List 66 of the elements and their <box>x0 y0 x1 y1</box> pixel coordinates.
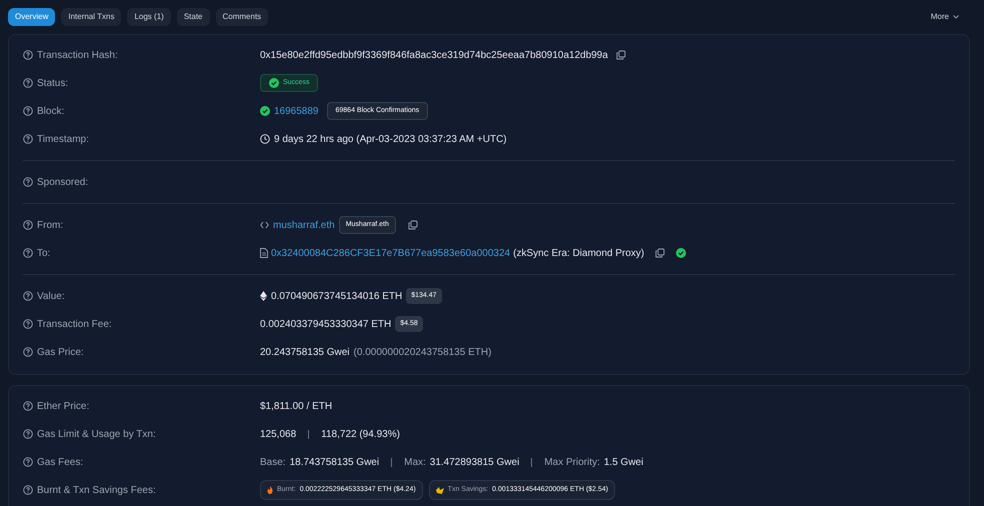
gas-value: 118,722 (94.93%) <box>321 428 400 442</box>
amount: 0.070490673745134016 ETH <box>271 290 402 304</box>
check-icon <box>269 78 279 88</box>
gas-price-eth: (0.000000020243758135 ETH) <box>354 346 492 360</box>
ether-price: $1,811.00 / ETH <box>260 400 332 414</box>
field-label: Timestamp: <box>37 132 89 146</box>
help-icon <box>23 177 33 187</box>
clock-icon <box>260 134 270 144</box>
help-icon <box>23 248 33 258</box>
copy-icon[interactable] <box>408 220 418 230</box>
fee-label: Base: <box>260 456 286 470</box>
copy-icon[interactable] <box>655 248 666 258</box>
help-icon <box>23 291 33 301</box>
help-icon <box>23 429 33 439</box>
tab[interactable]: Logs (1) <box>127 8 171 26</box>
chevron-down-icon <box>953 14 959 18</box>
tab[interactable]: Internal Txns <box>61 8 122 26</box>
field-label: Gas Price: <box>37 346 84 360</box>
help-icon <box>23 485 33 495</box>
tab[interactable]: State <box>176 8 210 26</box>
block-link[interactable]: 16965889 <box>274 104 318 118</box>
field-label: To: <box>37 246 50 260</box>
help-icon <box>23 78 33 88</box>
help-icon <box>23 347 33 357</box>
transaction-hash: 0x15e80e2ffd95edbbf9f3369f846fa8ac3ce319d74bc25eeaa7b80910a12db99a <box>260 48 608 62</box>
copy-icon[interactable] <box>616 50 626 60</box>
field-label: Status: <box>37 76 68 90</box>
help-icon <box>23 319 33 329</box>
help-icon <box>23 457 33 467</box>
help-icon <box>23 401 33 411</box>
fee-value: 18.743758135 Gwei <box>290 456 380 470</box>
gas-price: 20.243758135 Gwei <box>260 346 350 360</box>
verified-icon <box>676 248 686 258</box>
fee-value: 1.5 Gwei <box>604 456 644 470</box>
fee-label: Max: <box>404 456 426 470</box>
field-label: Gas Fees: <box>37 456 84 470</box>
address-link[interactable]: musharraf.eth <box>273 218 335 232</box>
document-icon <box>260 248 268 258</box>
help-icon <box>23 220 33 230</box>
help-icon <box>23 134 33 144</box>
fire-icon <box>267 486 273 494</box>
tab[interactable]: Overview <box>8 8 56 26</box>
timestamp: 9 days 22 hrs ago (Apr-03-2023 03:37:23 AM +UTC) <box>274 132 507 146</box>
amount: 0.002403379453330347 ETH <box>260 318 392 332</box>
savings-icon <box>436 486 444 494</box>
fee-label: Max Priority: <box>544 456 600 470</box>
tab[interactable]: Comments <box>216 8 268 26</box>
contract-link[interactable]: 0x32400084C286CF3E17e7B677ea9583e60a000324 <box>271 246 510 260</box>
help-icon <box>23 106 33 116</box>
help-icon <box>23 50 33 60</box>
code-icon <box>260 221 269 229</box>
field-label: Transaction Hash: <box>37 48 118 62</box>
field-label: Transaction Fee: <box>37 318 112 332</box>
ethereum-icon <box>260 291 267 301</box>
fee-value: 31.472893815 Gwei <box>430 456 520 470</box>
field-label: Burnt & Txn Savings Fees: <box>37 484 156 498</box>
gas-value: 125,068 <box>260 428 296 442</box>
field-label: Value: <box>37 290 65 304</box>
more-dropdown[interactable]: More <box>926 8 964 26</box>
contract-name: (zkSync Era: Diamond Proxy) <box>513 246 644 260</box>
field-label: Ether Price: <box>37 400 90 414</box>
field-label: From: <box>37 218 64 232</box>
field-label: Block: <box>37 104 64 118</box>
field-label: Sponsored: <box>37 176 88 190</box>
check-icon <box>260 106 270 116</box>
field-label: Gas Limit & Usage by Txn: <box>37 428 156 442</box>
